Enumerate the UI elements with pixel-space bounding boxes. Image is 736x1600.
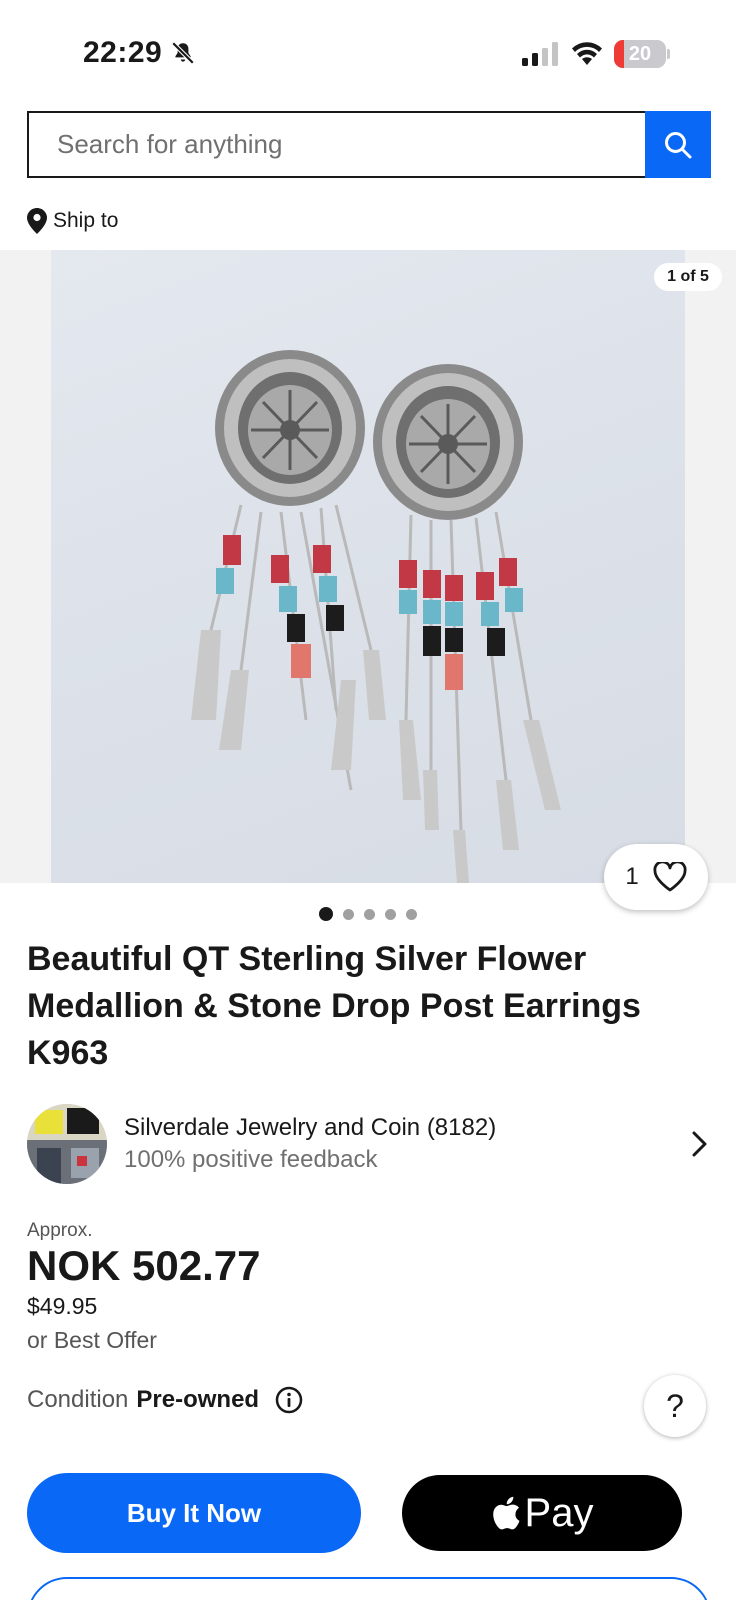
buy-it-now-button[interactable]: Buy It Now: [27, 1473, 361, 1553]
earrings-image: [191, 350, 561, 883]
best-offer-label: or Best Offer: [27, 1327, 157, 1353]
ship-to-link[interactable]: Ship to: [27, 208, 118, 234]
battery-icon: 20: [614, 40, 670, 68]
search-input[interactable]: [29, 113, 645, 176]
right-earring: [373, 364, 561, 883]
seller-feedback: 100% positive feedback: [124, 1146, 378, 1173]
left-earring: [191, 350, 386, 791]
image-counter: 1 of 5: [654, 263, 722, 291]
original-price: $49.95: [27, 1293, 98, 1319]
converted-price: NOK 502.77: [27, 1242, 261, 1289]
search-button[interactable]: [645, 111, 711, 178]
seller-avatar: [27, 1104, 107, 1184]
pagination-dot[interactable]: [406, 908, 417, 920]
watch-count: 1: [625, 863, 639, 890]
heart-icon: [653, 862, 687, 892]
wifi-icon: [572, 42, 602, 65]
condition-row: Condition Pre-owned: [27, 1386, 303, 1414]
condition-label: Condition: [27, 1386, 129, 1413]
condition-value: Pre-owned: [136, 1386, 260, 1413]
chevron-right-icon: [692, 1131, 707, 1157]
seller-name: Silverdale Jewelry and Coin (8182): [124, 1114, 497, 1141]
secondary-action-button[interactable]: [27, 1577, 711, 1600]
help-button[interactable]: ?: [644, 1375, 706, 1437]
location-pin-icon: [27, 208, 47, 234]
bell-slash-icon: [171, 41, 195, 65]
signal-icon: [522, 42, 558, 66]
apple-logo-icon: [492, 1496, 520, 1530]
apple-pay-label: Pay: [524, 1490, 594, 1535]
search-bar: [27, 111, 711, 178]
ship-to-label: Ship to: [53, 209, 119, 232]
image-gallery[interactable]: [0, 250, 736, 883]
gallery-pagination: [0, 907, 736, 921]
status-time: 22:29: [83, 36, 163, 69]
pagination-dot[interactable]: [364, 908, 375, 920]
listing-title: Beautiful QT Sterling Silver Flower Meda…: [27, 940, 641, 1072]
pagination-dot[interactable]: [343, 908, 354, 920]
search-icon: [665, 131, 692, 158]
seller-card[interactable]: Silverdale Jewelry and Coin (8182) 100% …: [27, 1103, 711, 1185]
approx-label: Approx.: [27, 1220, 93, 1241]
info-icon[interactable]: [275, 1386, 303, 1414]
pagination-dot[interactable]: [385, 908, 396, 920]
apple-pay-button[interactable]: Pay: [402, 1475, 682, 1551]
status-bar: 22:29 20: [0, 0, 736, 100]
battery-level: 20: [628, 43, 652, 65]
pagination-dot[interactable]: [319, 907, 333, 921]
watch-button[interactable]: 1: [604, 844, 708, 910]
listing-photo[interactable]: [51, 250, 685, 883]
